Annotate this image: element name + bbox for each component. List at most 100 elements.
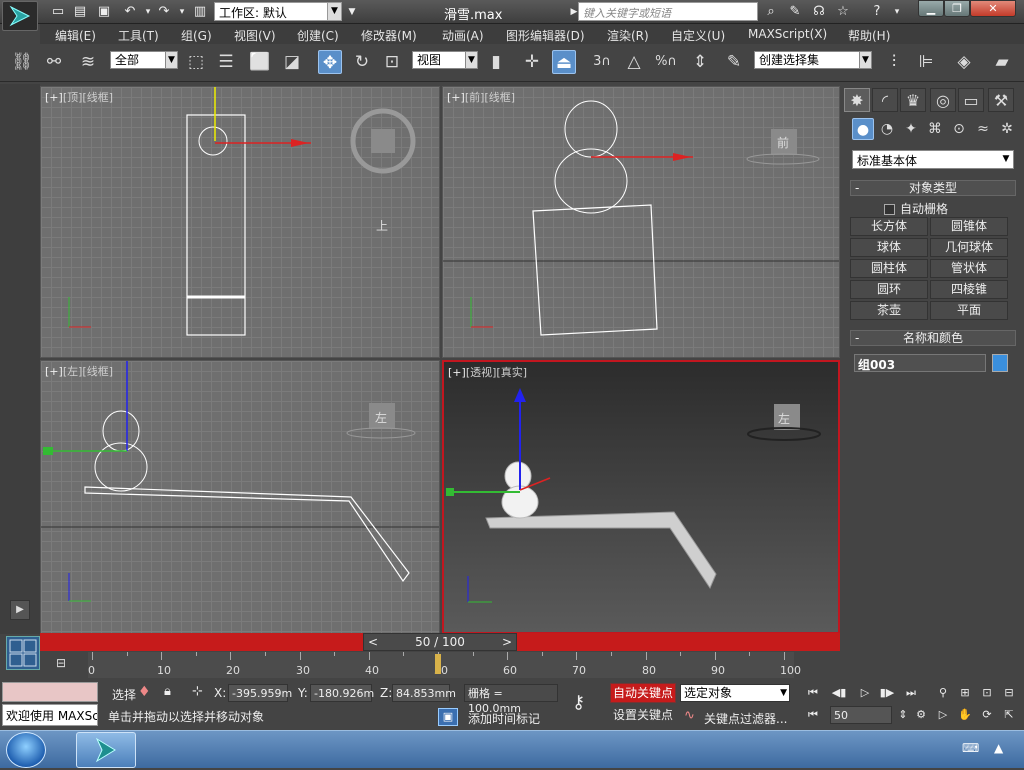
communication-center-icon[interactable]: ☊	[810, 3, 828, 21]
viewcube-front-label[interactable]: 前	[777, 134, 789, 151]
track-bar[interactable]: 0 10 20 30 40 50 60 70 80 90 100	[88, 652, 801, 678]
time-slider[interactable]: < 50 / 100 >	[40, 633, 840, 651]
set-key-button[interactable]: 设置关键点	[610, 706, 676, 726]
graphite-ribbon-icon[interactable]: ▰	[990, 50, 1014, 74]
set-key-icon[interactable]: ⚷	[572, 692, 585, 713]
project-folder-icon[interactable]: ▥	[192, 4, 208, 20]
rectangular-selection-icon[interactable]: ⬜	[248, 50, 272, 74]
key-mode-toggle-icon[interactable]: ⏮	[804, 706, 822, 724]
menu-rendering[interactable]: 渲染(R)	[607, 27, 649, 44]
undo-icon[interactable]: ↶	[122, 4, 138, 20]
teapot-button[interactable]: 茶壶	[850, 301, 928, 320]
time-configuration-icon[interactable]: ⚙	[912, 706, 930, 724]
systems-icon[interactable]: ✲	[996, 118, 1018, 140]
previous-frame-arrow-icon[interactable]: <	[368, 634, 378, 650]
viewport-layout-icon[interactable]	[6, 636, 40, 670]
edit-named-selection-icon[interactable]: ✎	[722, 50, 746, 74]
menu-animation[interactable]: 动画(A)	[442, 27, 484, 44]
cone-button[interactable]: 圆锥体	[930, 217, 1008, 236]
shapes-icon[interactable]: ◔	[876, 118, 898, 140]
selection-lock-icon[interactable]: 🔒︎	[164, 684, 171, 699]
viewport-perspective[interactable]: [+][透视][真实] 左	[442, 360, 840, 634]
pyramid-button[interactable]: 四棱锥	[930, 280, 1008, 299]
menu-customize[interactable]: 自定义(U)	[671, 27, 725, 44]
name-and-color-rollout[interactable]: - 名称和颜色	[850, 330, 1016, 346]
show-hidden-icons-icon[interactable]: ▲	[994, 741, 1003, 755]
new-file-icon[interactable]: ▭	[50, 4, 66, 20]
subscription-icon[interactable]: ✎	[786, 3, 804, 21]
workspace-dropdown[interactable]: 工作区: 默认 ▼	[214, 2, 342, 21]
app-logo-button[interactable]	[2, 1, 38, 31]
x-coordinate-field[interactable]: -395.959m	[228, 684, 292, 702]
cylinder-button[interactable]: 圆柱体	[850, 259, 928, 278]
unlink-icon[interactable]: ⚯	[42, 50, 66, 74]
viewport-front[interactable]: [+][前][线框] 前	[442, 86, 840, 358]
lights-icon[interactable]: ✦	[900, 118, 922, 140]
modify-tab-icon[interactable]: ◜	[872, 88, 898, 112]
go-to-end-icon[interactable]: ⏭	[902, 684, 920, 702]
favorites-star-icon[interactable]: ☆	[834, 3, 852, 21]
pivot-center-icon[interactable]: ▮	[484, 50, 508, 74]
redo-icon[interactable]: ↷	[156, 4, 172, 20]
object-color-swatch[interactable]	[992, 354, 1008, 372]
tube-button[interactable]: 管状体	[930, 259, 1008, 278]
zoom-extents-icon[interactable]: ⊡	[978, 684, 996, 702]
select-object-icon[interactable]: ⬚	[184, 50, 208, 74]
select-and-move-icon[interactable]: ✥	[318, 50, 342, 74]
go-to-start-icon[interactable]: ⏮	[804, 684, 822, 702]
maximize-viewport-icon[interactable]: ⇱	[1000, 706, 1018, 724]
angle-snap-icon[interactable]: △	[622, 50, 646, 74]
selection-filter-dropdown[interactable]: 全部 ▼	[110, 51, 178, 69]
geometry-icon[interactable]: ●	[852, 118, 874, 140]
box-button[interactable]: 长方体	[850, 217, 928, 236]
add-time-tag[interactable]: 添加时间标记	[468, 710, 540, 727]
redo-dropdown-icon[interactable]: ▾	[174, 4, 190, 20]
keyboard-tray-icon[interactable]: ⌨	[962, 741, 979, 755]
current-frame-marker[interactable]	[435, 654, 441, 674]
search-input[interactable]: 键入关键字或短语	[578, 2, 758, 21]
open-file-icon[interactable]: ▤	[72, 4, 88, 20]
expand-arrow-icon[interactable]: ▶	[10, 600, 30, 620]
close-button[interactable]: ✕	[970, 0, 1016, 17]
viewport-left[interactable]: [+][左][线框] 左	[40, 360, 440, 634]
display-tab-icon[interactable]: ▭	[958, 88, 984, 112]
play-icon[interactable]: ▷	[856, 684, 874, 702]
restore-button[interactable]: ❐	[944, 0, 970, 17]
named-selection-dropdown[interactable]: 创建选择集 ▼	[754, 51, 872, 69]
link-icon[interactable]: ⛓	[10, 50, 34, 74]
auto-key-button[interactable]: 自动关键点	[610, 683, 676, 703]
maxscript-mini-listener[interactable]: 欢迎使用 MAXSc	[2, 704, 98, 726]
window-crossing-icon[interactable]: ◪	[280, 50, 304, 74]
isolate-lightbulb-icon[interactable]: ♦	[138, 684, 151, 700]
mirror-icon[interactable]: ⫶	[882, 50, 906, 74]
select-and-scale-icon[interactable]: ⊡	[380, 50, 404, 74]
motion-tab-icon[interactable]: ◎	[930, 88, 956, 112]
align-icon[interactable]: ⊫	[914, 50, 938, 74]
cameras-icon[interactable]: ⌘	[924, 118, 946, 140]
menu-modifiers[interactable]: 修改器(M)	[361, 27, 417, 44]
help-dropdown-icon[interactable]: ▾	[888, 3, 906, 21]
menu-graph-editors[interactable]: 图形编辑器(D)	[506, 27, 585, 44]
z-coordinate-field[interactable]: 84.853mm	[392, 684, 456, 702]
percent-snap-icon[interactable]: %∩	[654, 50, 678, 74]
select-and-manipulate-icon[interactable]: ✛	[520, 50, 544, 74]
field-of-view-icon[interactable]: ▷	[934, 706, 952, 724]
space-warps-icon[interactable]: ≈	[972, 118, 994, 140]
curve-editor-mini-icon[interactable]: ⊟	[50, 656, 72, 674]
viewcube-top-label[interactable]: 上	[376, 217, 388, 234]
key-filters-button[interactable]: 关键点过滤器...	[704, 710, 787, 727]
layer-manager-icon[interactable]: ◈	[952, 50, 976, 74]
quick-access-dropdown-icon[interactable]: ▼	[344, 4, 360, 20]
reference-coordinate-dropdown[interactable]: 视图 ▼	[412, 51, 478, 69]
viewcube-left-label[interactable]: 左	[375, 409, 387, 426]
taskbar-3dsmax-icon[interactable]	[76, 732, 136, 768]
save-file-icon[interactable]: ▣	[96, 4, 112, 20]
help-icon[interactable]: ?	[868, 3, 886, 21]
object-name-field[interactable]: 组003	[854, 354, 986, 372]
orbit-icon[interactable]: ⟳	[978, 706, 996, 724]
menu-help[interactable]: 帮助(H)	[848, 27, 890, 44]
binoculars-icon[interactable]: ⌕	[762, 3, 780, 21]
geosphere-button[interactable]: 几何球体	[930, 238, 1008, 257]
pan-view-icon[interactable]: ✋	[956, 706, 974, 724]
current-frame-field[interactable]: 50	[830, 706, 892, 724]
